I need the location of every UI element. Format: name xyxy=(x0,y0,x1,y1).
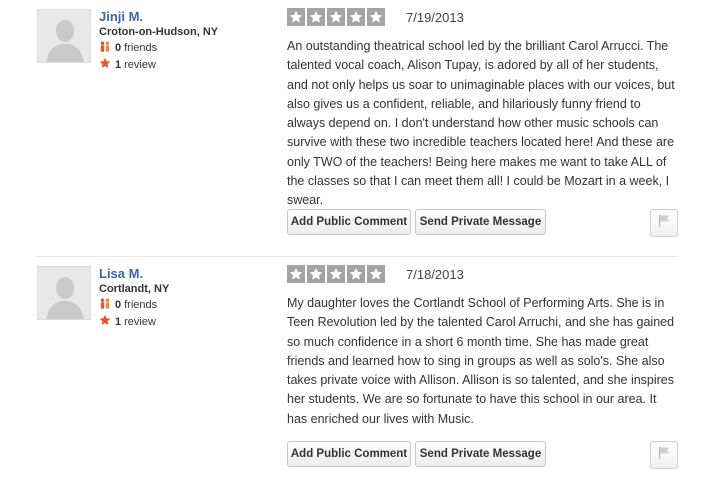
friends-count: 0 friends xyxy=(99,298,157,312)
rating-star-icon xyxy=(347,8,365,26)
review-number: 1 xyxy=(115,58,122,71)
review-label: review xyxy=(124,315,156,328)
add-public-comment-button[interactable]: Add Public Comment xyxy=(287,209,411,235)
rating-star-icon xyxy=(327,265,345,283)
flag-button[interactable] xyxy=(650,209,678,237)
flag-icon xyxy=(657,214,671,233)
user-name-link[interactable]: Jinji M. xyxy=(99,9,143,24)
review-count: 1 review xyxy=(99,57,156,72)
rating-star-icon xyxy=(347,265,365,283)
user-location: Croton-on-Hudson, NY xyxy=(99,26,219,38)
rating-star-icon xyxy=(287,8,305,26)
rating-star-icon xyxy=(367,265,385,283)
review-label: review xyxy=(124,58,156,71)
friends-count: 0 friends xyxy=(99,41,157,55)
friends-label: friends xyxy=(124,42,158,54)
star-icon xyxy=(99,57,113,72)
avatar[interactable] xyxy=(37,266,91,320)
avatar[interactable] xyxy=(37,9,91,63)
rating-star-icon xyxy=(307,8,325,26)
send-private-message-button[interactable]: Send Private Message xyxy=(415,441,546,467)
rating-star-icon xyxy=(327,8,345,26)
friends-label: friends xyxy=(124,299,158,311)
star-icon xyxy=(99,314,113,329)
friends-icon xyxy=(99,298,113,312)
review-date: 7/19/2013 xyxy=(406,10,464,25)
send-private-message-button[interactable]: Send Private Message xyxy=(415,209,546,235)
review-date: 7/18/2013 xyxy=(406,267,464,282)
user-location: Cortlandt, NY xyxy=(99,283,170,295)
review-number: 1 xyxy=(115,315,122,328)
rating-star-icon xyxy=(287,265,305,283)
review-item: Jinji M. Croton-on-Hudson, NY 0 friends … xyxy=(0,0,728,256)
review-count: 1 review xyxy=(99,314,156,329)
friends-number: 0 xyxy=(115,299,122,311)
user-name-link[interactable]: Lisa M. xyxy=(99,266,143,281)
rating-star-icon xyxy=(367,8,385,26)
star-rating xyxy=(287,265,385,283)
flag-button[interactable] xyxy=(650,441,678,469)
add-public-comment-button[interactable]: Add Public Comment xyxy=(287,441,411,467)
friends-icon xyxy=(99,41,113,55)
flag-icon xyxy=(657,446,671,465)
rating-star-icon xyxy=(307,265,325,283)
review-item: Lisa M. Cortlandt, NY 0 friends 1 review… xyxy=(0,257,728,484)
review-text: An outstanding theatrical school led by … xyxy=(287,39,675,208)
friends-number: 0 xyxy=(115,42,122,54)
star-rating xyxy=(287,8,385,26)
review-text: My daughter loves the Cortlandt School o… xyxy=(287,296,675,426)
